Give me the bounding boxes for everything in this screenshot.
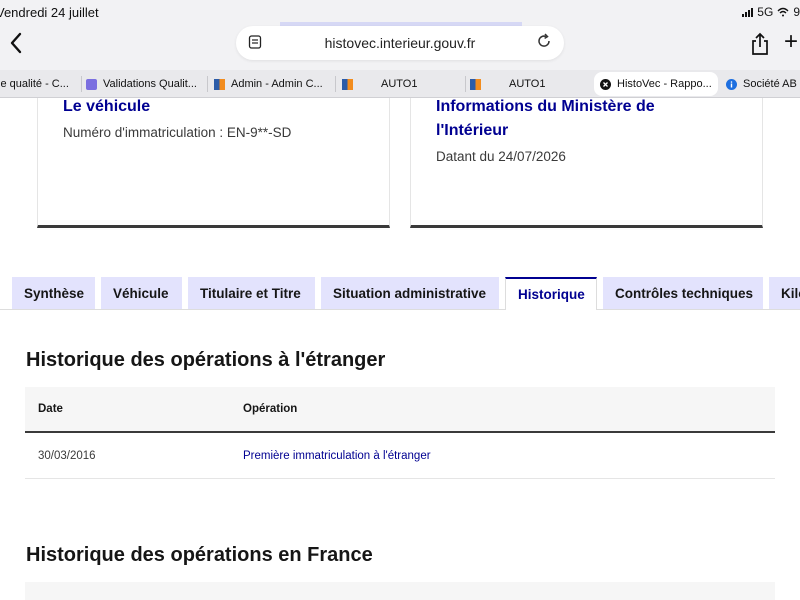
tab-label: Situation administrative <box>333 285 487 301</box>
ministry-card: Informations du Ministère de l'Intérieur… <box>410 98 763 228</box>
tab-synthese[interactable]: Synthèse <box>12 277 95 309</box>
tab-label: Contrôles techniques <box>615 285 754 301</box>
tab-label: Société AB <box>743 78 797 90</box>
info-icon <box>726 78 737 90</box>
browser-tab[interactable]: AUTO1 <box>470 72 592 96</box>
france-history-title: Historique des opérations en France <box>26 544 373 566</box>
status-indicators: 5G 9 <box>742 5 800 19</box>
tab-label: AUTO1 <box>509 78 546 90</box>
tab-label: AUTO1 <box>381 78 418 90</box>
auto1-favicon-icon <box>342 78 353 90</box>
tab-historique[interactable]: Historique <box>505 277 597 310</box>
plate-number: Numéro d'immatriculation : EN-9**-SD <box>63 125 292 140</box>
tab-label: Kilo <box>781 285 800 301</box>
table-row: 30/03/2016 Première immatriculation à l'… <box>25 433 775 479</box>
share-icon[interactable] <box>750 32 770 56</box>
site-favicon-icon <box>86 78 97 90</box>
tab-label: Historique <box>518 287 585 302</box>
card-title: Le véhicule <box>63 98 151 115</box>
foreign-history-table: Date Opération 30/03/2016 Première immat… <box>25 387 775 479</box>
card-title: Informations du Ministère de l'Intérieur <box>436 98 655 139</box>
column-header-operation: Opération <box>243 403 298 415</box>
chevron-left-icon <box>10 32 22 54</box>
tab-kilometrage[interactable]: Kilo <box>769 277 800 309</box>
row-date: 30/03/2016 <box>38 450 96 462</box>
status-date: Vendredi 24 juillet <box>0 5 99 20</box>
france-history-table <box>25 582 775 600</box>
site-favicon-icon <box>214 78 225 90</box>
tab-label: Validations Qualit... <box>103 78 197 90</box>
close-tab-icon[interactable] <box>600 78 611 90</box>
auto1-favicon-icon <box>470 78 481 90</box>
column-header-date: Date <box>38 403 63 415</box>
tab-label: le qualité - C... <box>0 78 69 90</box>
vehicle-card: Le véhicule Numéro d'immatriculation : E… <box>37 98 390 228</box>
browser-toolbar: histovec.interieur.gouv.fr + <box>0 22 800 70</box>
browser-tab[interactable]: AUTO1 <box>342 72 466 96</box>
browser-tab[interactable]: le qualité - C... <box>0 72 82 96</box>
tab-situation[interactable]: Situation administrative <box>321 277 499 309</box>
tab-controles[interactable]: Contrôles techniques <box>603 277 763 309</box>
url-text: histovec.interieur.gouv.fr <box>324 35 476 51</box>
tab-label: Véhicule <box>113 285 169 301</box>
tab-vehicule[interactable]: Véhicule <box>101 277 182 309</box>
row-operation: Première immatriculation à l'étranger <box>243 450 431 462</box>
browser-tab-active[interactable]: HistoVec - Rappo... <box>594 72 718 96</box>
browser-tabs: le qualité - C... Validations Qualit... … <box>0 70 800 98</box>
wifi-icon <box>777 7 789 17</box>
foreign-history-title: Historique des opérations à l'étranger <box>26 349 386 371</box>
browser-tab[interactable]: Validations Qualit... <box>86 72 208 96</box>
new-tab-button[interactable]: + <box>784 28 798 56</box>
address-bar[interactable]: histovec.interieur.gouv.fr <box>236 26 564 60</box>
tab-label: Titulaire et Titre <box>200 285 301 301</box>
battery-label: 9 <box>793 5 800 19</box>
tab-titulaire[interactable]: Titulaire et Titre <box>188 277 315 309</box>
section-tabs: Synthèse Véhicule Titulaire et Titre Sit… <box>0 277 800 310</box>
browser-tab[interactable]: Admin - Admin C... <box>214 72 336 96</box>
data-date: Datant du 24/07/2026 <box>436 149 566 164</box>
signal-icon <box>742 7 754 17</box>
table-header: Date Opération <box>25 387 775 433</box>
back-button[interactable] <box>4 32 28 58</box>
network-label: 5G <box>757 5 774 19</box>
tab-label: Admin - Admin C... <box>231 78 323 90</box>
reload-icon[interactable] <box>536 33 552 49</box>
tab-label: HistoVec - Rappo... <box>617 78 712 90</box>
tab-label: Synthèse <box>24 285 85 301</box>
browser-tab[interactable]: Société AB <box>726 72 800 96</box>
